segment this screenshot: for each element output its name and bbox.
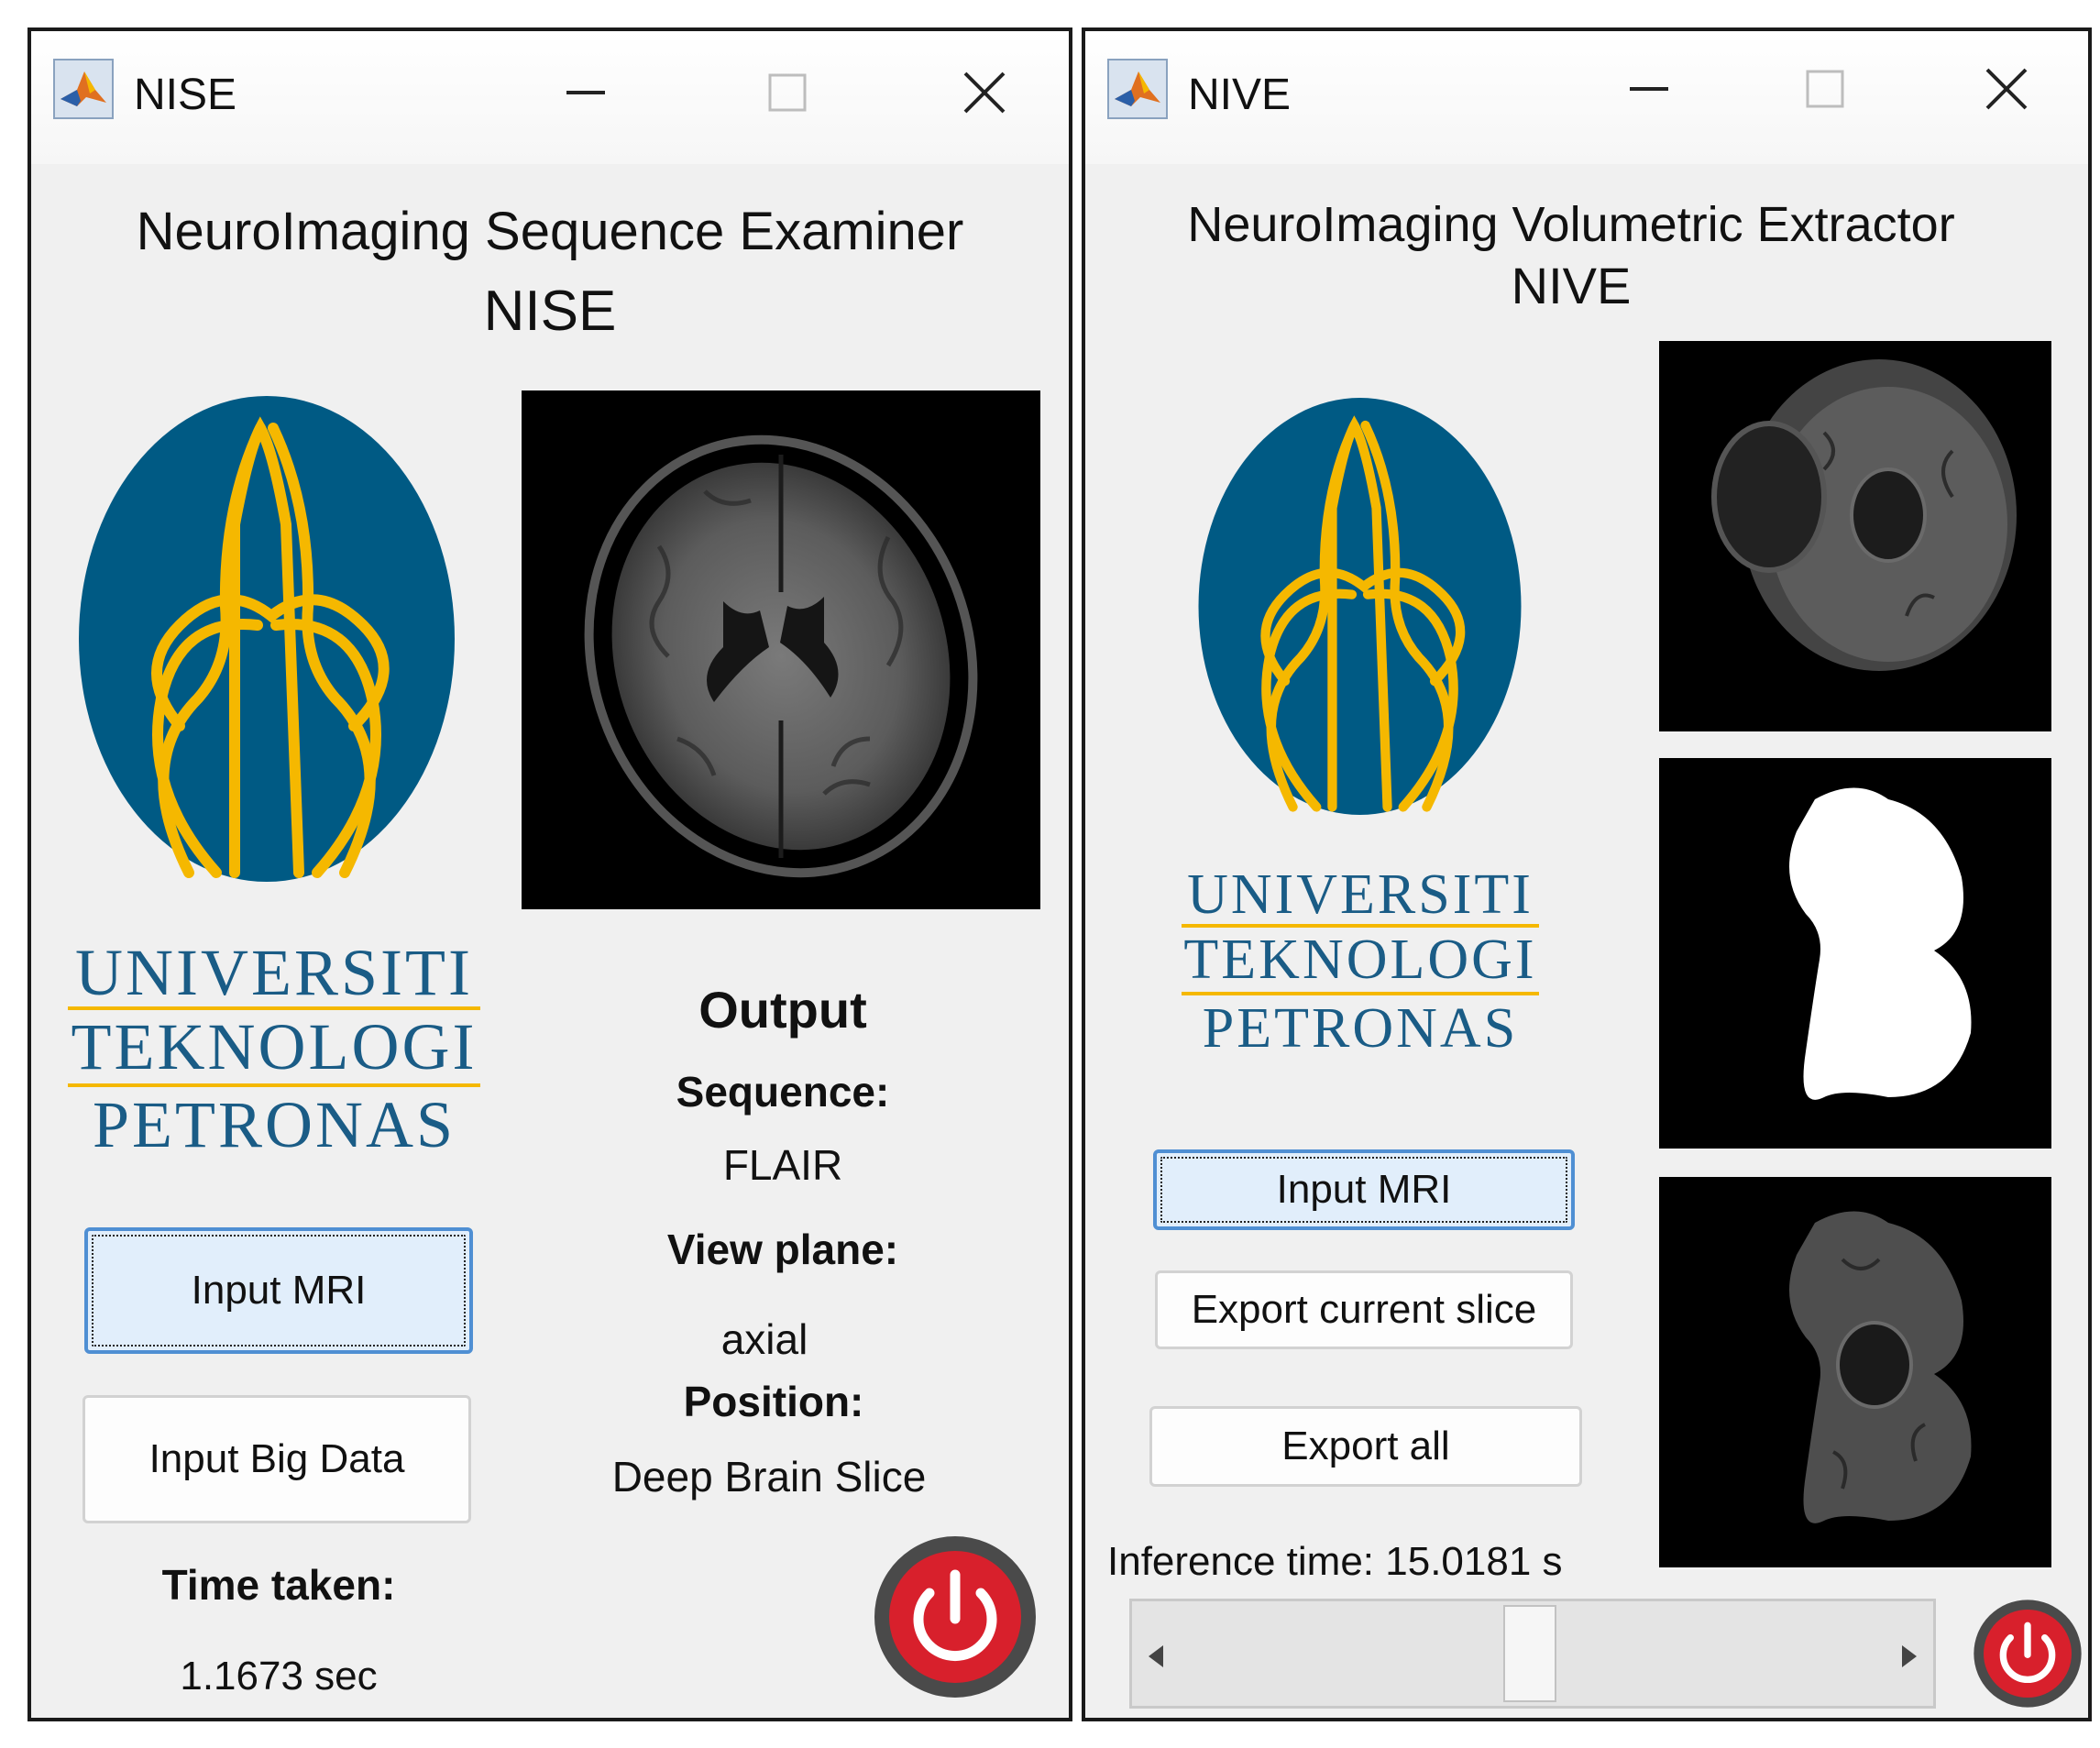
nise-titlebar[interactable]: NISE [31,31,1069,164]
minimize-icon[interactable] [554,60,618,125]
matlab-icon [53,59,114,119]
export-all-button[interactable]: Export all [1149,1406,1582,1487]
time-taken-value: 1.1673 sec [180,1654,378,1699]
export-current-slice-button[interactable]: Export current slice [1155,1270,1573,1349]
nive-window-title: NIVE [1188,71,1292,119]
input-big-data-button[interactable]: Input Big Data [82,1395,471,1523]
nise-mri-image [522,390,1040,909]
position-value: Deep Brain Slice [611,1453,927,1501]
nive-titlebar[interactable]: NIVE [1085,31,2088,164]
matlab-icon [1107,59,1168,119]
utp-logo-line3: PETRONAS [1202,997,1519,1060]
arrow-left-icon[interactable] [1138,1638,1174,1675]
sequence-value: FLAIR [722,1141,843,1189]
minimize-icon[interactable] [1617,57,1681,121]
nise-heading-line2: NISE [483,280,617,343]
utp-logo-line2: TEKNOLOGI [68,1010,480,1087]
inference-time-text: Inference time: 15.0181 s [1107,1539,1563,1584]
close-icon[interactable] [1974,57,2039,121]
utp-logo-line1: UNIVERSITI [68,939,480,1010]
time-taken-label: Time taken: [161,1561,396,1609]
slider-thumb[interactable] [1503,1605,1556,1702]
nive-heading-line2: NIVE [1511,257,1632,314]
nise-window: NISE NeuroImaging Sequence Examiner NISE… [27,27,1072,1721]
utp-logo-line2: TEKNOLOGI [1182,928,1539,995]
power-icon[interactable] [1973,1599,2083,1709]
maximize-icon[interactable] [1793,57,1857,121]
utp-logo-emblem [79,396,455,882]
view-plane-label: View plane: [666,1226,899,1273]
nive-window: NIVE NeuroImaging Volumetric Extractor N… [1082,27,2092,1721]
nive-mask-image [1659,758,2051,1149]
utp-logo-text: UNIVERSITI TEKNOLOGI PETRONAS [1182,865,1539,1061]
maximize-icon[interactable] [755,60,819,125]
arrow-right-icon[interactable] [1891,1638,1928,1675]
nise-input-mri-button[interactable]: Input MRI [84,1227,473,1354]
output-label: Output [698,981,867,1039]
close-icon[interactable] [952,60,1017,125]
utp-logo-line3: PETRONAS [92,1088,456,1161]
slice-slider[interactable] [1129,1599,1936,1709]
sequence-label: Sequence: [676,1068,890,1116]
nise-window-title: NISE [134,71,237,119]
nive-input-mri-button[interactable]: Input MRI [1153,1149,1575,1230]
nive-mri-input-image [1659,341,2051,731]
nive-heading-line1: NeuroImaging Volumetric Extractor [1187,197,1955,252]
nive-extracted-image [1659,1177,2051,1567]
utp-logo-emblem [1198,398,1522,815]
view-plane-value: axial [720,1315,808,1363]
power-icon[interactable] [873,1534,1038,1699]
position-label: Position: [683,1378,864,1425]
nise-heading-line1: NeuroImaging Sequence Examiner [136,202,964,261]
utp-logo-text: UNIVERSITI TEKNOLOGI PETRONAS [68,939,480,1162]
utp-logo-line1: UNIVERSITI [1182,865,1539,928]
